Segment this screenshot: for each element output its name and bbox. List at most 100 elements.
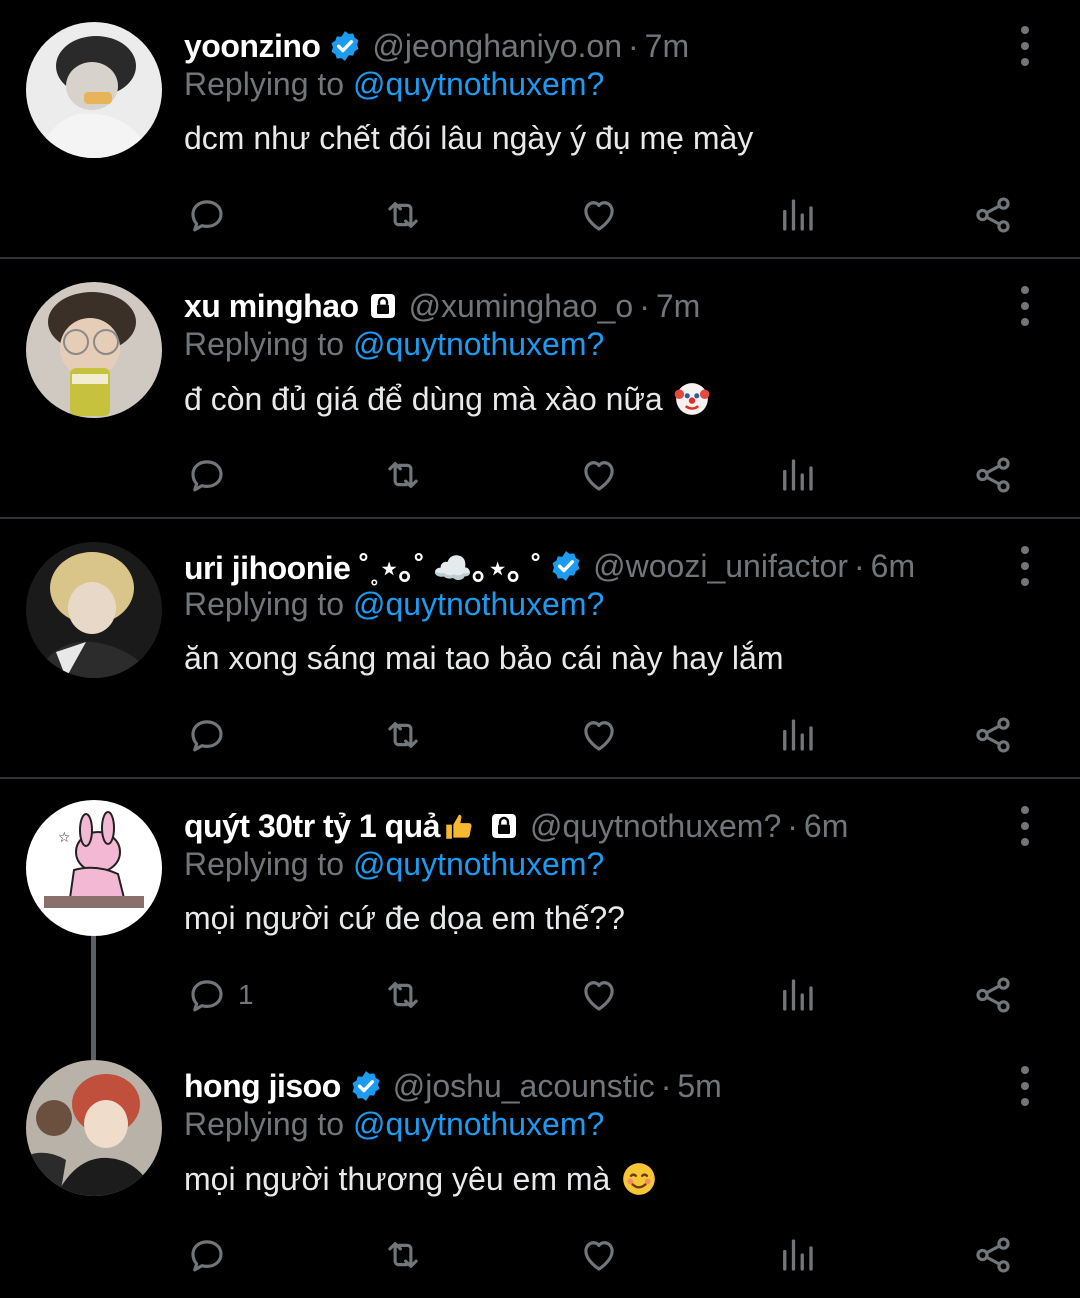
like-button[interactable] <box>578 712 620 758</box>
reply-text-content: mọi người thương yêu em mà <box>184 1160 611 1197</box>
share-icon <box>976 717 1010 753</box>
reply-text-content: mọi người cứ đe dọa em thế?? <box>184 900 625 936</box>
like-button[interactable] <box>578 192 620 238</box>
retweet-icon <box>388 202 418 228</box>
comment-icon <box>191 980 223 1012</box>
comment-icon <box>191 200 223 232</box>
reply-button[interactable]: 1 <box>186 972 254 1018</box>
reply-count: 1 <box>238 979 254 1010</box>
divider <box>0 777 1080 779</box>
analytics-icon <box>783 1239 813 1271</box>
heart-icon <box>584 201 614 231</box>
more-options-icon[interactable] <box>1012 286 1038 326</box>
avatar[interactable] <box>26 542 162 678</box>
replying-to-label: Replying to <box>184 326 345 362</box>
smiling-face-icon <box>620 1160 658 1198</box>
like-button[interactable] <box>578 452 620 498</box>
verified-badge-icon <box>549 549 583 583</box>
reply-item[interactable]: ☆ quýt 30tr tỷ 1 quả @quytnothuxem? · 6m… <box>0 780 1080 1040</box>
display-name[interactable]: yoonzino <box>184 28 321 65</box>
reply-header: hong jisoo @joshu_acounstic · 5m <box>184 1062 1000 1110</box>
like-button[interactable] <box>578 972 620 1018</box>
reply-header: xu minghao @xuminghao_o · 7m <box>184 282 1000 330</box>
mention-link[interactable]: @quytnothuxem? <box>353 326 604 362</box>
user-handle[interactable]: @quytnothuxem? <box>530 808 781 845</box>
replying-to-label: Replying to <box>184 1106 345 1142</box>
share-button[interactable] <box>972 452 1014 498</box>
avatar[interactable] <box>26 282 162 418</box>
separator-dot: · <box>627 27 639 64</box>
analytics-icon <box>783 459 813 491</box>
replying-to-label: Replying to <box>184 846 345 882</box>
more-options-icon[interactable] <box>1012 546 1038 586</box>
divider <box>0 257 1080 259</box>
avatar[interactable] <box>26 1060 162 1196</box>
more-options-icon[interactable] <box>1012 806 1038 846</box>
retweet-button[interactable] <box>382 452 424 498</box>
analytics-button[interactable] <box>776 452 818 498</box>
timestamp[interactable]: 5m <box>677 1068 721 1105</box>
reply-button[interactable] <box>186 1232 228 1278</box>
reply-button[interactable] <box>186 192 228 238</box>
retweet-icon <box>388 1242 418 1268</box>
timestamp[interactable]: 7m <box>656 288 700 325</box>
analytics-icon <box>783 719 813 751</box>
analytics-icon <box>783 979 813 1011</box>
more-options-icon[interactable] <box>1012 1066 1038 1106</box>
display-name[interactable]: uri jihoonie ˚˳⋆｡˚ ☁️｡⋆｡ ˚ <box>184 543 542 589</box>
timestamp[interactable]: 7m <box>645 28 689 65</box>
share-button[interactable] <box>972 712 1014 758</box>
reply-button[interactable] <box>186 452 228 498</box>
comment-icon <box>191 720 223 752</box>
action-bar: 1 <box>0 952 1080 1038</box>
share-button[interactable] <box>972 972 1014 1018</box>
mention-link[interactable]: @quytnothuxem? <box>353 846 604 882</box>
display-name[interactable]: hong jisoo <box>184 1068 341 1105</box>
reply-item[interactable]: yoonzino @jeonghaniyo.on · 7m Replying t… <box>0 0 1080 258</box>
separator-dot: · <box>639 287 650 324</box>
more-options-icon[interactable] <box>1012 26 1038 66</box>
mention-link[interactable]: @quytnothuxem? <box>353 66 604 102</box>
replying-to: Replying to @quytnothuxem? <box>184 326 604 363</box>
analytics-button[interactable] <box>776 192 818 238</box>
analytics-button[interactable] <box>776 972 818 1018</box>
user-handle[interactable]: @joshu_acounstic <box>393 1068 655 1105</box>
share-button[interactable] <box>972 1232 1014 1278</box>
reply-text: mọi người cứ đe dọa em thế?? <box>184 900 625 937</box>
share-icon <box>976 197 1010 233</box>
retweet-button[interactable] <box>382 1232 424 1278</box>
retweet-button[interactable] <box>382 712 424 758</box>
analytics-button[interactable] <box>776 712 818 758</box>
like-button[interactable] <box>578 1232 620 1278</box>
svg-text:☆: ☆ <box>58 830 71 846</box>
share-button[interactable] <box>972 192 1014 238</box>
reply-item[interactable]: uri jihoonie ˚˳⋆｡˚ ☁️｡⋆｡ ˚ @woozi_unifac… <box>0 520 1080 778</box>
display-name[interactable]: quýt 30tr tỷ 1 quả <box>184 808 440 845</box>
user-handle[interactable]: @woozi_unifactor <box>593 548 848 585</box>
avatar[interactable]: ☆ <box>26 800 162 936</box>
action-bar <box>0 172 1080 258</box>
mention-link[interactable]: @quytnothuxem? <box>353 586 604 622</box>
avatar[interactable] <box>26 22 162 158</box>
reply-item[interactable]: hong jisoo @joshu_acounstic · 5m Replyin… <box>0 1040 1080 1298</box>
reply-item[interactable]: xu minghao @xuminghao_o · 7m Replying to… <box>0 260 1080 518</box>
share-icon <box>976 457 1010 493</box>
reply-button[interactable] <box>186 712 228 758</box>
user-handle[interactable]: @xuminghao_o <box>409 288 634 325</box>
analytics-button[interactable] <box>776 1232 818 1278</box>
divider <box>0 517 1080 519</box>
verified-badge-icon <box>349 1069 383 1103</box>
timestamp[interactable]: 6m <box>871 548 915 585</box>
thumbs-up-and-lock-icon <box>442 809 520 843</box>
reply-text: ăn xong sáng mai tao bảo cái này hay lắm <box>184 640 783 677</box>
heart-icon <box>584 981 614 1011</box>
timestamp[interactable]: 6m <box>804 808 848 845</box>
display-name[interactable]: xu minghao <box>184 288 359 325</box>
user-handle[interactable]: @jeonghaniyo.on <box>372 28 622 65</box>
retweet-button[interactable] <box>382 192 424 238</box>
mention-link[interactable]: @quytnothuxem? <box>353 1106 604 1142</box>
replying-to: Replying to @quytnothuxem? <box>184 66 604 103</box>
retweet-button[interactable] <box>382 972 424 1018</box>
replying-to: Replying to @quytnothuxem? <box>184 586 604 623</box>
retweet-icon <box>388 722 418 748</box>
